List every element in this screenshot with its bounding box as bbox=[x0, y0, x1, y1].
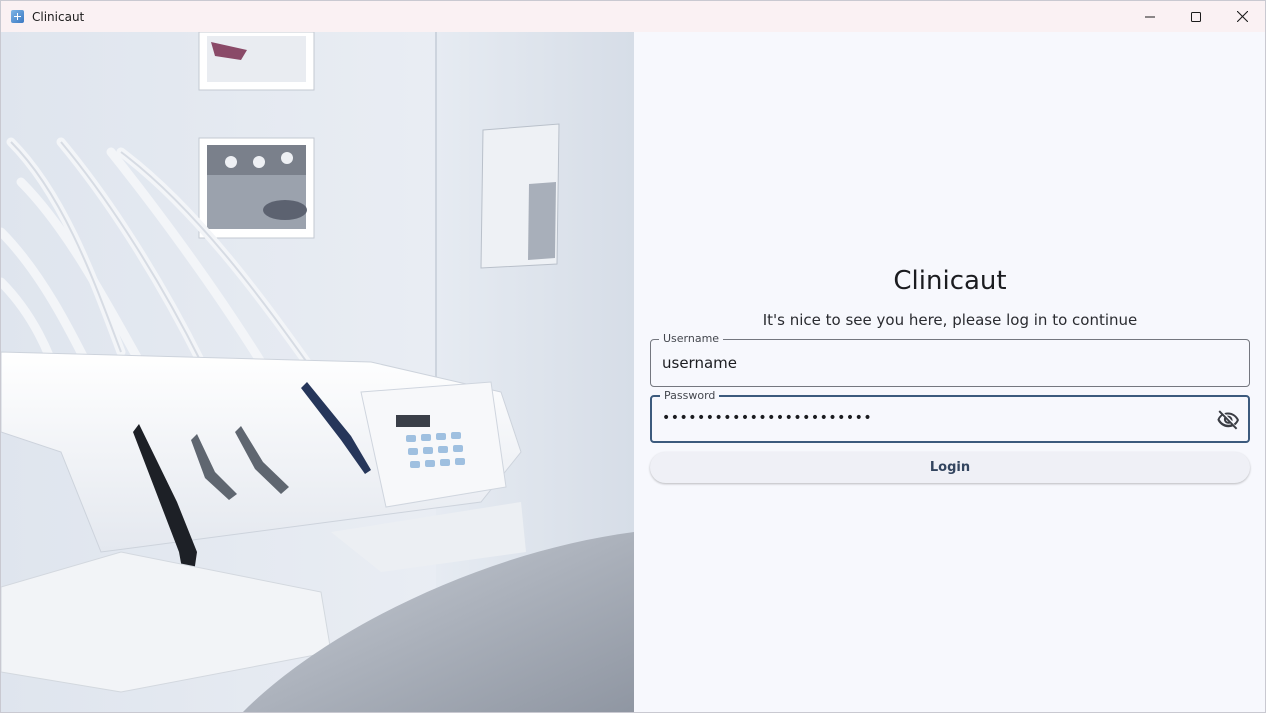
close-button[interactable] bbox=[1219, 1, 1265, 32]
username-value[interactable]: username bbox=[662, 354, 737, 372]
eye-off-icon bbox=[1217, 410, 1239, 430]
app-window: Clinicaut Clinicaut It's nice to see you… bbox=[0, 0, 1266, 713]
maximize-icon bbox=[1191, 11, 1201, 22]
window-title: Clinicaut bbox=[32, 9, 85, 24]
login-subtitle: It's nice to see you here, please log in… bbox=[762, 311, 1138, 329]
login-heading: Clinicaut bbox=[893, 266, 1007, 296]
password-value[interactable]: •••••••••••••••••••••••• bbox=[662, 410, 872, 426]
password-visibility-toggle[interactable] bbox=[1215, 407, 1241, 433]
minimize-icon bbox=[1145, 16, 1155, 17]
login-button[interactable]: Login bbox=[650, 452, 1250, 483]
username-label: Username bbox=[659, 331, 724, 347]
username-field[interactable]: Username username bbox=[650, 331, 1250, 387]
dental-clinic-photo bbox=[1, 32, 634, 712]
login-panel: Clinicaut It's nice to see you here, ple… bbox=[634, 32, 1265, 712]
password-label: Password bbox=[660, 388, 720, 404]
hero-image bbox=[1, 32, 634, 712]
password-field[interactable]: Password •••••••••••••••••••••••• bbox=[650, 388, 1250, 443]
maximize-button[interactable] bbox=[1173, 1, 1219, 32]
clinic-app-icon bbox=[11, 10, 24, 23]
close-icon bbox=[1236, 11, 1248, 22]
minimize-button[interactable] bbox=[1127, 1, 1173, 32]
title-bar[interactable]: Clinicaut bbox=[1, 1, 1265, 32]
window-controls bbox=[1127, 1, 1265, 32]
